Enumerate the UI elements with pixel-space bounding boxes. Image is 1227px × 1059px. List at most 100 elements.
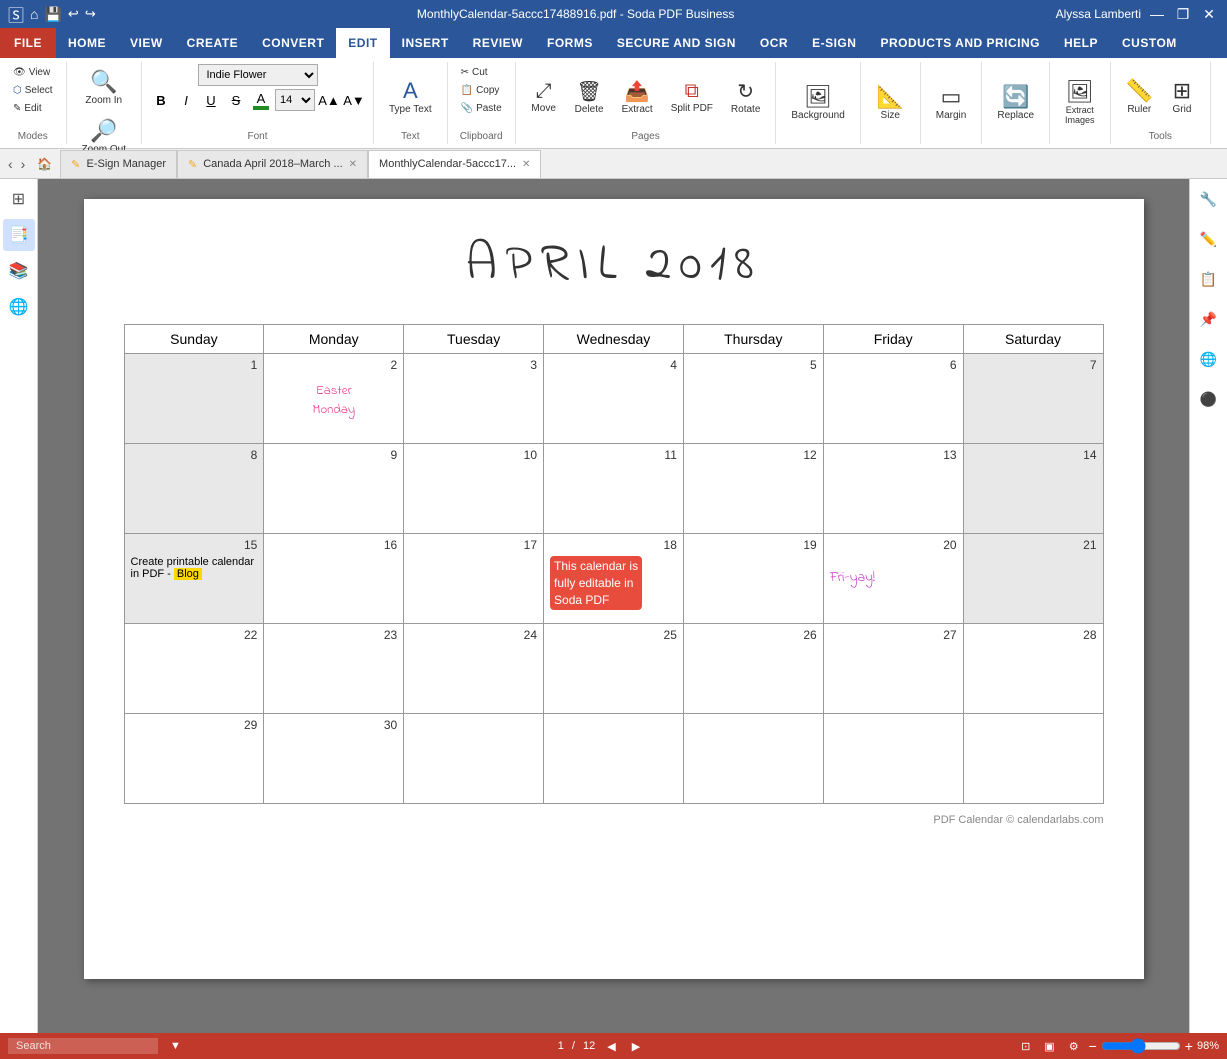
zoom-in-status-button[interactable]: + (1185, 1038, 1193, 1054)
day-11: 11 (544, 444, 684, 534)
tab-edit[interactable]: EDIT (336, 28, 389, 58)
sidebar-btn-web[interactable]: 🌐 (3, 291, 35, 323)
day-14: 14 (963, 444, 1103, 534)
select-mode-button[interactable]: ⬡ Select (8, 82, 58, 99)
margin-button-container: ▭ Margin (929, 64, 974, 140)
main-content: APRIL 2018 Sunday Monday Tuesday Wednesd… (38, 179, 1189, 1033)
replace-button[interactable]: 🔄 Replace (990, 79, 1041, 126)
paste-button[interactable]: 📎 Paste (456, 100, 507, 117)
font-size-select[interactable]: 14 (275, 89, 315, 111)
strikethrough-button[interactable]: S (225, 89, 247, 111)
search-dropdown-button[interactable]: ▼ (166, 1038, 185, 1054)
status-bar: ▼ 1 / 12 ◀ ▶ ⊡ ▣ ⚙ − + 98% (0, 1033, 1227, 1059)
tab-insert[interactable]: INSERT (390, 28, 461, 58)
ribbon-group-modes: 👁 View ⬡ Select ✎ Edit Modes (0, 62, 67, 144)
status-bar-center: 1 / 12 ◀ ▶ (558, 1038, 644, 1055)
sidebar-btn-layers[interactable]: 📚 (3, 255, 35, 287)
tab-back-button[interactable]: ‹ (4, 154, 17, 174)
font-family-select[interactable]: Indie Flower (198, 64, 318, 86)
clipboard-buttons: ✂ Cut 📋 Copy 📎 Paste (456, 64, 507, 129)
tab-forms[interactable]: FORMS (535, 28, 605, 58)
minimize-button[interactable]: — (1147, 4, 1167, 24)
ribbon-content: 👁 View ⬡ Select ✎ Edit Modes 🔍 Zoom In (0, 58, 1227, 148)
select-icon: ⬡ (13, 85, 22, 96)
day-15-event: Create printable calendar in PDF - Blog (131, 556, 258, 580)
tab-products[interactable]: PRODUCTS AND PRICING (868, 28, 1052, 58)
margin-button[interactable]: ▭ Margin (929, 79, 974, 126)
tab-canada[interactable]: ✎ Canada April 2018–March ... ✕ (177, 150, 368, 178)
zoom-out-status-button[interactable]: − (1089, 1038, 1097, 1054)
page-separator: / (572, 1040, 575, 1052)
home-tab-button[interactable]: 🏠 (29, 153, 60, 175)
rotate-button[interactable]: ↻ Rotate (724, 74, 767, 120)
tab-ocr[interactable]: OCR (748, 28, 800, 58)
maximize-button[interactable]: ❐ (1173, 4, 1193, 24)
close-button[interactable]: ✕ (1199, 4, 1219, 24)
tab-esign[interactable]: E-SIGN (800, 28, 868, 58)
app-body: ⊞ 📑 📚 🌐 APRIL 2018 Sunday Monday Tuesday… (0, 179, 1227, 1033)
type-text-button[interactable]: A Type Text (382, 73, 439, 120)
tab-convert[interactable]: CONVERT (250, 28, 336, 58)
undo-icon[interactable]: ↩ (68, 6, 79, 22)
ruler-button[interactable]: 📏 Ruler (1119, 73, 1160, 120)
size-button[interactable]: 📐 Size (870, 79, 911, 126)
next-page-button[interactable]: ▶ (628, 1038, 644, 1055)
text-color-button[interactable]: A (250, 89, 272, 111)
settings-button[interactable]: ⚙ (1065, 1038, 1083, 1055)
sidebar-pin-button[interactable]: 📌 (1193, 303, 1225, 335)
sidebar-tools-button[interactable]: 🔧 (1193, 183, 1225, 215)
sidebar-btn-bookmarks[interactable]: 📑 (3, 219, 35, 251)
italic-button[interactable]: I (175, 89, 197, 111)
grid-button[interactable]: ⊞ Grid (1162, 73, 1202, 120)
close-canada-tab-button[interactable]: ✕ (349, 159, 357, 170)
day-6: 6 (823, 354, 963, 444)
background-button[interactable]: 🖼 Background (784, 79, 851, 126)
tab-help[interactable]: HELP (1052, 28, 1110, 58)
tab-secure[interactable]: SECURE AND SIGN (605, 28, 748, 58)
view-mode-button[interactable]: 👁 View (8, 64, 55, 81)
tab-create[interactable]: CREATE (175, 28, 250, 58)
extract-button[interactable]: 📤 Extract (615, 74, 660, 120)
prev-page-button[interactable]: ◀ (603, 1038, 619, 1055)
modes-label: Modes (18, 129, 48, 142)
underline-button[interactable]: U (200, 89, 222, 111)
redo-icon[interactable]: ↪ (85, 6, 96, 22)
extract-images-button[interactable]: 🖼 ExtractImages (1058, 74, 1102, 130)
copy-button[interactable]: 📋 Copy (456, 82, 507, 99)
tab-file[interactable]: FILE (0, 28, 56, 58)
week-row-5: 29 30 (124, 714, 1103, 804)
modes-buttons: 👁 View ⬡ Select ✎ Edit (8, 64, 58, 129)
right-sidebar: 🔧 ✏️ 📋 📌 🌐 ⚫ (1189, 179, 1227, 1033)
font-size-decrease-button[interactable]: A▼ (343, 89, 365, 111)
split-pdf-button[interactable]: ⧉ Split PDF (664, 75, 720, 119)
tab-review[interactable]: REVIEW (461, 28, 535, 58)
day-empty-1 (404, 714, 544, 804)
sidebar-btn-thumbnails[interactable]: ⊞ (3, 183, 35, 215)
zoom-slider[interactable] (1101, 1038, 1181, 1054)
sidebar-circle-button[interactable]: ⚫ (1193, 383, 1225, 415)
sidebar-annotate-button[interactable]: ✏️ (1193, 223, 1225, 255)
font-size-increase-button[interactable]: A▲ (318, 89, 340, 111)
sidebar-web-button[interactable]: 🌐 (1193, 343, 1225, 375)
type-text-icon: A (403, 78, 418, 104)
presentation-button[interactable]: ▣ (1040, 1038, 1058, 1055)
tab-view[interactable]: VIEW (118, 28, 175, 58)
fit-page-button[interactable]: ⊡ (1017, 1038, 1034, 1055)
delete-button[interactable]: 🗑 Delete (568, 74, 611, 120)
tab-home[interactable]: HOME (56, 28, 118, 58)
zoom-in-button[interactable]: 🔍 Zoom In (78, 64, 129, 111)
search-input[interactable] (8, 1038, 158, 1054)
close-monthly-tab-button[interactable]: ✕ (522, 159, 530, 170)
tab-monthly-calendar[interactable]: MonthlyCalendar-5accc17... ✕ (368, 150, 541, 178)
ribbon-group-pages: ⤢ Move 🗑 Delete 📤 Extract ⧉ Split PDF ↻ (516, 62, 777, 144)
sidebar-clipboard-button[interactable]: 📋 (1193, 263, 1225, 295)
rotate-icon: ↻ (737, 79, 754, 104)
total-pages: 12 (583, 1040, 595, 1052)
cut-button[interactable]: ✂ Cut (456, 64, 507, 81)
bold-button[interactable]: B (150, 89, 172, 111)
move-button[interactable]: ⤢ Move (524, 75, 564, 119)
tab-esign-manager[interactable]: ✎ E-Sign Manager (60, 150, 177, 178)
edit-mode-button[interactable]: ✎ Edit (8, 100, 47, 117)
tab-forward-button[interactable]: › (17, 154, 30, 174)
tab-custom[interactable]: CUSTOM (1110, 28, 1189, 58)
